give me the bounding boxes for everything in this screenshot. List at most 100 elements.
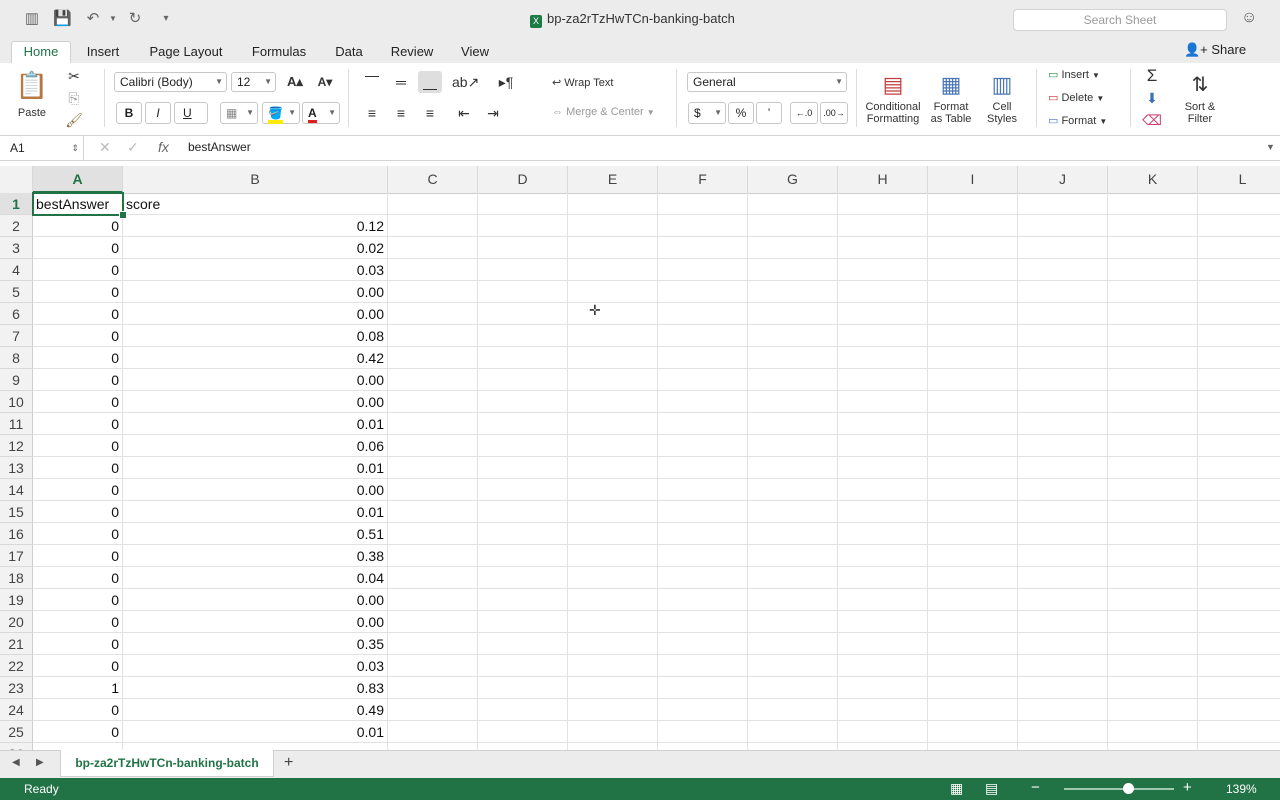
data-cell[interactable] bbox=[1018, 633, 1108, 655]
row-header[interactable]: 5 bbox=[0, 281, 33, 303]
data-cell[interactable] bbox=[478, 215, 568, 237]
name-box[interactable]: A1 ⇕ bbox=[0, 136, 84, 160]
tab-view[interactable]: View bbox=[452, 42, 498, 63]
data-cell[interactable] bbox=[838, 325, 928, 347]
data-cell[interactable] bbox=[838, 369, 928, 391]
italic-button[interactable]: I bbox=[145, 102, 171, 124]
row-header[interactable]: 18 bbox=[0, 567, 33, 589]
data-cell[interactable] bbox=[568, 281, 658, 303]
data-cell[interactable] bbox=[1108, 413, 1198, 435]
data-cell[interactable]: 0 bbox=[33, 655, 123, 677]
undo-dropdown-icon[interactable]: ▼ bbox=[104, 10, 122, 28]
header-cell[interactable] bbox=[928, 193, 1018, 215]
data-cell[interactable] bbox=[568, 347, 658, 369]
data-cell[interactable] bbox=[1108, 325, 1198, 347]
row-header[interactable]: 1 bbox=[0, 193, 33, 215]
data-cell[interactable]: 0.03 bbox=[123, 259, 388, 281]
next-sheet-icon[interactable]: ▶ bbox=[36, 757, 44, 768]
data-cell[interactable] bbox=[928, 633, 1018, 655]
data-cell[interactable] bbox=[388, 743, 478, 750]
data-cell[interactable] bbox=[1198, 479, 1280, 501]
data-cell[interactable] bbox=[1018, 215, 1108, 237]
data-cell[interactable] bbox=[1198, 743, 1280, 750]
header-cell[interactable] bbox=[658, 193, 748, 215]
redo-icon[interactable]: ↻ bbox=[126, 10, 144, 28]
data-cell[interactable] bbox=[838, 677, 928, 699]
search-sheet-input[interactable]: Search Sheet bbox=[1013, 9, 1227, 31]
data-cell[interactable] bbox=[838, 721, 928, 743]
column-header-h[interactable]: H bbox=[838, 166, 928, 193]
data-cell[interactable] bbox=[1198, 303, 1280, 325]
data-cell[interactable] bbox=[658, 611, 748, 633]
data-cell[interactable] bbox=[1198, 655, 1280, 677]
data-cell[interactable]: 0.01 bbox=[123, 457, 388, 479]
data-cell[interactable] bbox=[838, 303, 928, 325]
data-cell[interactable] bbox=[1018, 259, 1108, 281]
data-cell[interactable] bbox=[928, 743, 1018, 750]
data-cell[interactable] bbox=[1108, 303, 1198, 325]
column-header-a[interactable]: A bbox=[33, 166, 123, 193]
data-cell[interactable] bbox=[928, 611, 1018, 633]
zoom-slider-thumb[interactable] bbox=[1123, 783, 1134, 794]
data-cell[interactable] bbox=[748, 369, 838, 391]
data-cell[interactable]: 0.01 bbox=[123, 721, 388, 743]
data-cell[interactable] bbox=[1108, 655, 1198, 677]
data-cell[interactable]: 0.35 bbox=[123, 633, 388, 655]
orientation-icon[interactable]: ab↗ bbox=[452, 71, 479, 93]
row-header[interactable]: 12 bbox=[0, 435, 33, 457]
data-cell[interactable] bbox=[838, 457, 928, 479]
data-cell[interactable] bbox=[1018, 435, 1108, 457]
tab-insert[interactable]: Insert bbox=[78, 42, 128, 63]
data-cell[interactable] bbox=[928, 567, 1018, 589]
row-header[interactable]: 19 bbox=[0, 589, 33, 611]
data-cell[interactable]: 0.00 bbox=[123, 391, 388, 413]
sort-filter-button[interactable]: ⇅ Sort & Filter bbox=[1176, 69, 1224, 125]
data-cell[interactable] bbox=[838, 391, 928, 413]
copy-icon[interactable]: ⎘ bbox=[62, 87, 86, 109]
data-cell[interactable]: 0.08 bbox=[123, 325, 388, 347]
data-cell[interactable] bbox=[1108, 545, 1198, 567]
data-cell[interactable] bbox=[478, 369, 568, 391]
data-cell[interactable] bbox=[478, 259, 568, 281]
data-cell[interactable] bbox=[478, 457, 568, 479]
data-cell[interactable] bbox=[1018, 545, 1108, 567]
data-cell[interactable] bbox=[928, 215, 1018, 237]
format-painter-icon[interactable]: 🖌 bbox=[62, 109, 86, 131]
data-cell[interactable]: 0.00 bbox=[123, 303, 388, 325]
data-cell[interactable] bbox=[838, 347, 928, 369]
data-cell[interactable] bbox=[748, 391, 838, 413]
data-cell[interactable] bbox=[748, 457, 838, 479]
data-cell[interactable] bbox=[838, 699, 928, 721]
data-cell[interactable] bbox=[658, 413, 748, 435]
data-cell[interactable] bbox=[748, 523, 838, 545]
data-cell[interactable] bbox=[568, 611, 658, 633]
data-cell[interactable] bbox=[1018, 391, 1108, 413]
align-bottom-icon[interactable]: ⎽ bbox=[418, 71, 442, 93]
data-cell[interactable] bbox=[1198, 347, 1280, 369]
increase-decimal-icon[interactable]: ←.0 bbox=[790, 102, 818, 124]
normal-view-icon[interactable]: ▦ bbox=[950, 780, 963, 797]
conditional-formatting-button[interactable]: ▤ Conditional Formatting bbox=[862, 69, 924, 125]
data-cell[interactable] bbox=[388, 259, 478, 281]
data-cell[interactable] bbox=[1198, 589, 1280, 611]
row-header[interactable]: 7 bbox=[0, 325, 33, 347]
data-cell[interactable]: 0.42 bbox=[123, 347, 388, 369]
data-cell[interactable] bbox=[658, 743, 748, 750]
data-cell[interactable] bbox=[748, 721, 838, 743]
data-cell[interactable] bbox=[658, 545, 748, 567]
row-header[interactable]: 9 bbox=[0, 369, 33, 391]
underline-button[interactable]: U bbox=[174, 102, 208, 124]
data-cell[interactable] bbox=[1108, 391, 1198, 413]
data-cell[interactable] bbox=[748, 611, 838, 633]
save-icon[interactable]: 💾 bbox=[53, 10, 72, 28]
increase-indent-icon[interactable]: ⇥ bbox=[481, 102, 505, 124]
column-header-i[interactable]: I bbox=[928, 166, 1018, 193]
fill-handle[interactable] bbox=[119, 211, 127, 219]
data-cell[interactable]: 0 bbox=[33, 611, 123, 633]
data-cell[interactable] bbox=[1198, 501, 1280, 523]
data-cell[interactable]: 0.02 bbox=[123, 237, 388, 259]
wrap-text-button[interactable]: ↩ Wrap Text bbox=[552, 76, 613, 89]
data-cell[interactable] bbox=[1018, 501, 1108, 523]
data-cell[interactable] bbox=[478, 281, 568, 303]
data-cell[interactable] bbox=[748, 435, 838, 457]
